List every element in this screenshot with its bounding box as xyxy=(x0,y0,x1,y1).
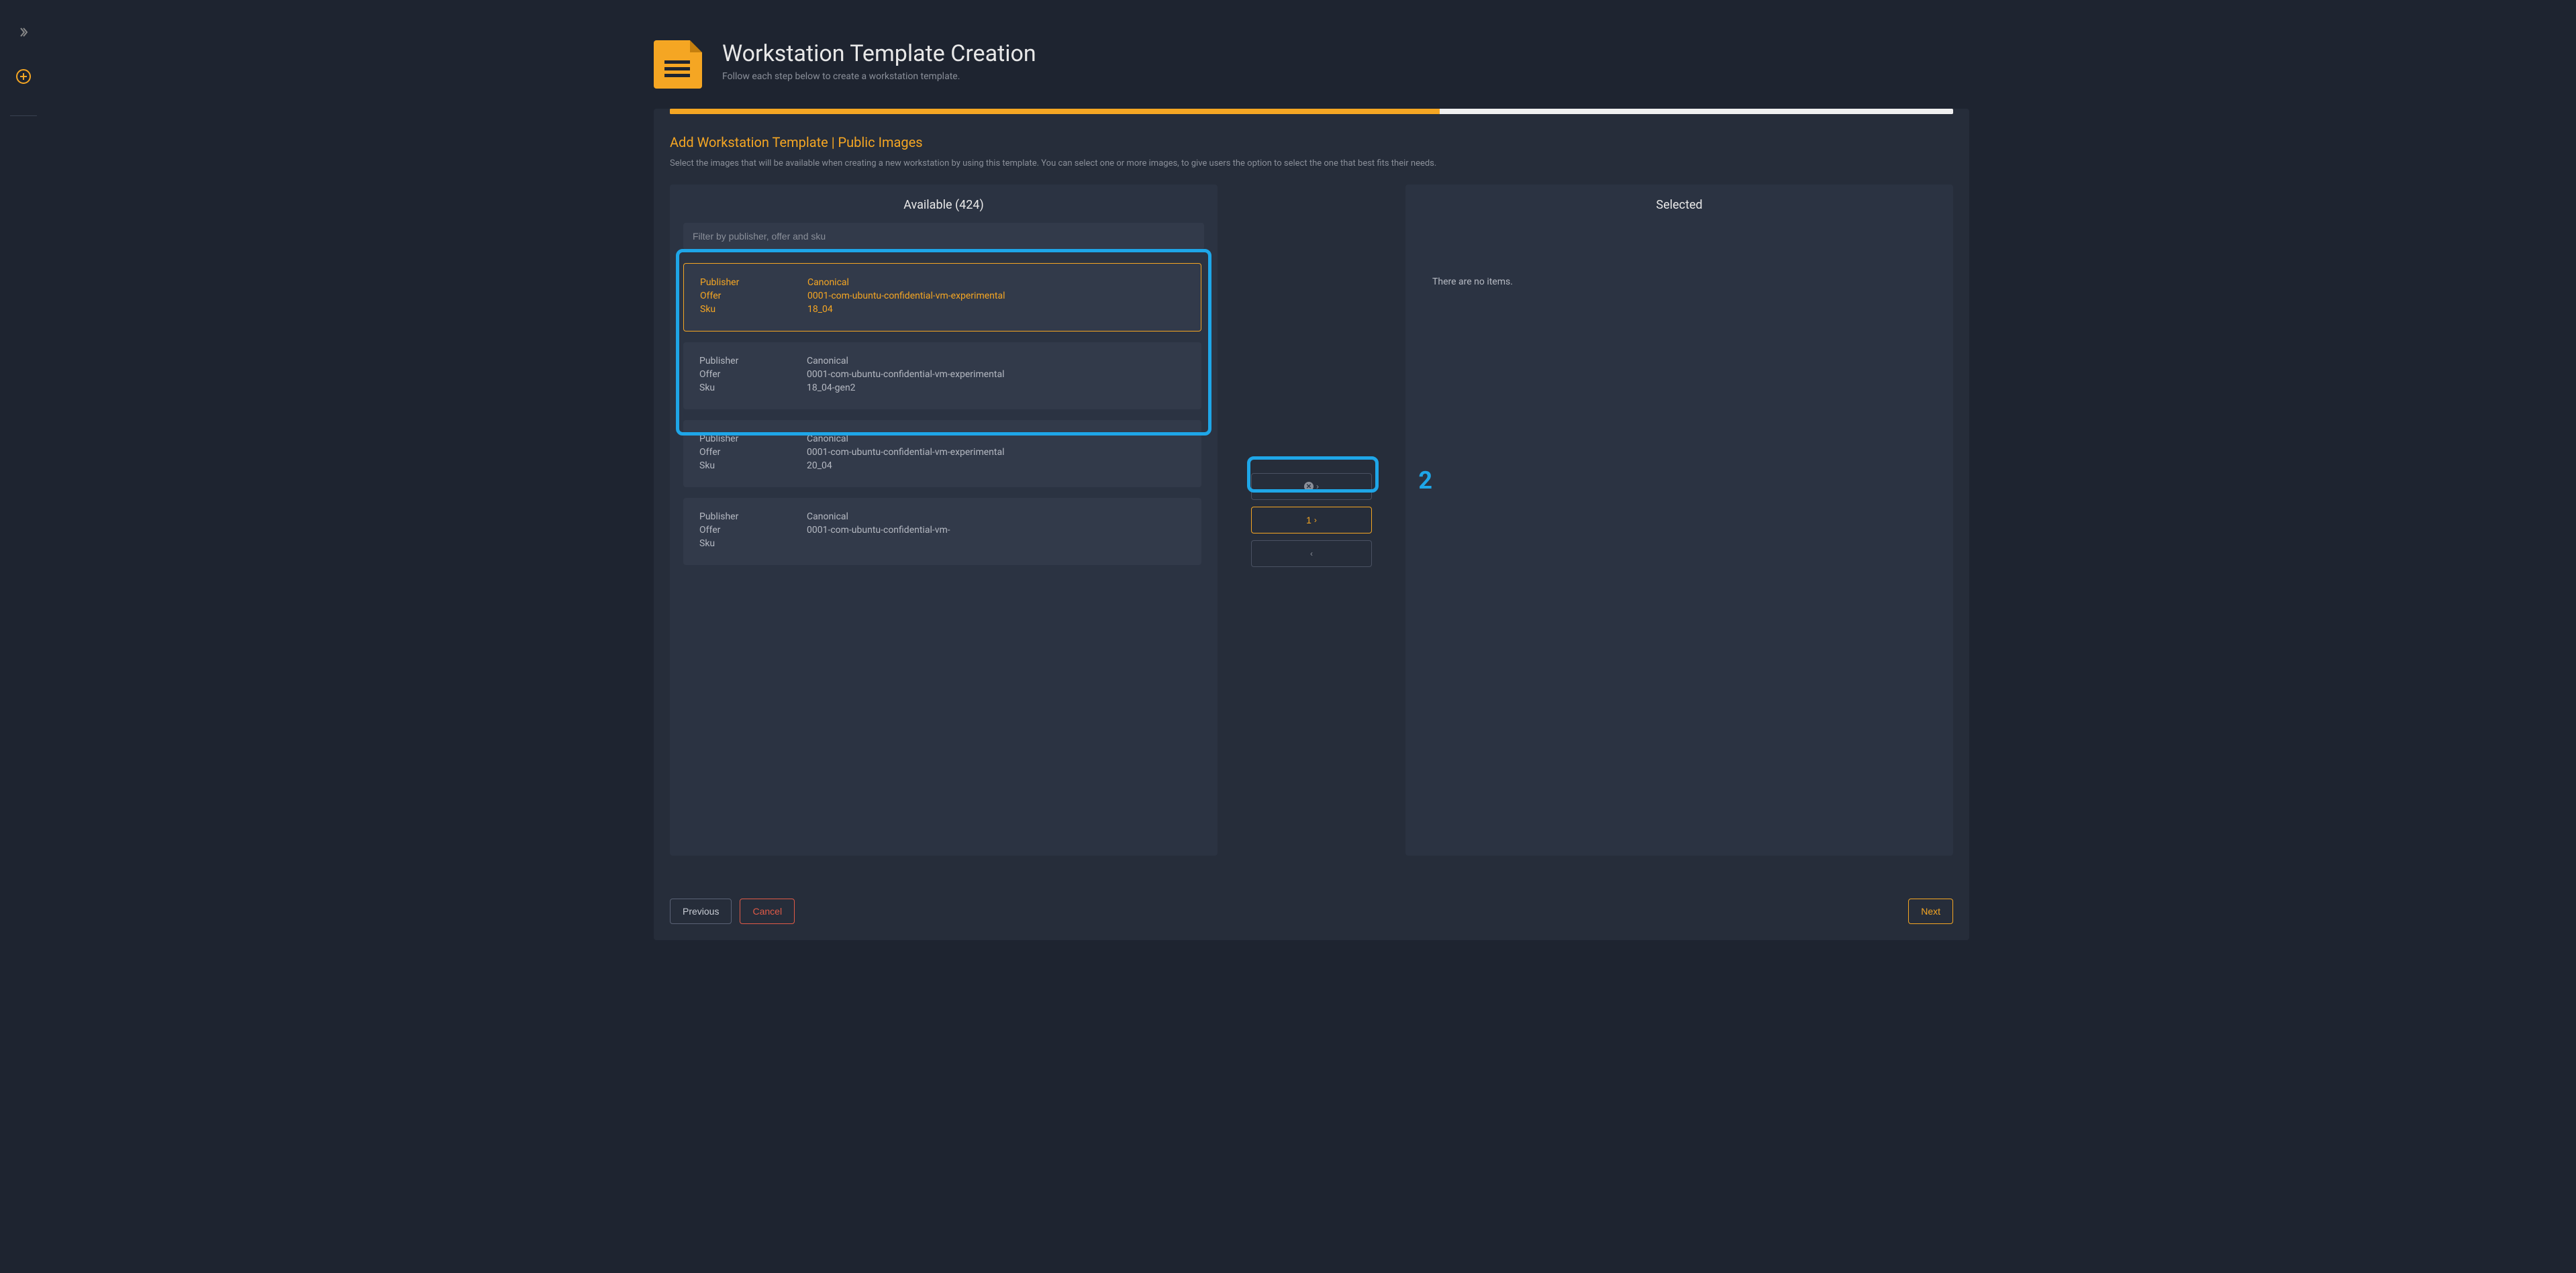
previous-button[interactable]: Previous xyxy=(670,899,732,924)
cancel-button[interactable]: Cancel xyxy=(740,899,795,924)
sku-value: 18_04-gen2 xyxy=(807,383,1185,393)
offer-label: Offer xyxy=(699,525,807,536)
document-icon xyxy=(654,40,702,89)
available-pane: 1 Available (424) PublisherCanonicalOffe… xyxy=(670,185,1218,856)
move-controls: 2 ✕ › 1 › ‹ xyxy=(1218,185,1405,856)
list-item[interactable]: PublisherCanonicalOffer0001-com-ubuntu-c… xyxy=(683,342,1201,409)
list-item[interactable]: PublisherCanonicalOffer0001-com-ubuntu-c… xyxy=(683,498,1201,565)
available-list[interactable]: PublisherCanonicalOffer0001-com-ubuntu-c… xyxy=(683,263,1204,842)
offer-value: 0001-com-ubuntu-confidential-vm-experime… xyxy=(807,291,1185,301)
sku-label: Sku xyxy=(699,538,807,549)
chevron-left-icon: ‹ xyxy=(1310,549,1313,558)
section-desc: Select the images that will be available… xyxy=(670,158,1953,168)
offer-value: 0001-com-ubuntu-confidential-vm-experime… xyxy=(807,447,1185,458)
publisher-label: Publisher xyxy=(699,434,807,444)
publisher-value: Canonical xyxy=(807,277,1185,288)
sku-value: 18_04 xyxy=(807,304,1185,315)
sidebar-divider xyxy=(10,115,37,116)
chevron-right-icon: › xyxy=(1314,515,1317,525)
circle-x-icon: ✕ xyxy=(1304,482,1314,491)
sku-label: Sku xyxy=(700,304,807,315)
chevron-right-icon: › xyxy=(1316,482,1319,491)
offer-label: Offer xyxy=(699,369,807,380)
offer-value: 0001-com-ubuntu-confidential-vm- xyxy=(807,525,1185,536)
publisher-value: Canonical xyxy=(807,356,1185,366)
expand-sidebar-icon[interactable] xyxy=(11,20,36,44)
page-title: Workstation Template Creation xyxy=(722,40,1036,67)
offer-label: Offer xyxy=(699,447,807,458)
move-count: 1 xyxy=(1306,515,1311,525)
wizard-footer: Previous Cancel Next xyxy=(654,872,1969,940)
available-title: Available (424) xyxy=(683,198,1204,212)
publisher-value: Canonical xyxy=(807,434,1185,444)
list-item[interactable]: PublisherCanonicalOffer0001-com-ubuntu-c… xyxy=(683,263,1201,332)
publisher-label: Publisher xyxy=(699,511,807,522)
section-title: Add Workstation Template | Public Images xyxy=(670,134,1953,150)
list-item[interactable]: PublisherCanonicalOffer0001-com-ubuntu-c… xyxy=(683,420,1201,487)
progress-bar xyxy=(670,109,1953,114)
add-icon[interactable] xyxy=(11,64,36,89)
move-selected-right-button[interactable]: 1 › xyxy=(1251,507,1372,533)
sku-label: Sku xyxy=(699,460,807,471)
publisher-label: Publisher xyxy=(700,277,807,288)
sidebar xyxy=(0,0,47,1273)
sku-label: Sku xyxy=(699,383,807,393)
next-button[interactable]: Next xyxy=(1908,899,1953,924)
publisher-label: Publisher xyxy=(699,356,807,366)
progress-fill xyxy=(670,109,1440,114)
page-subtitle: Follow each step below to create a works… xyxy=(722,71,1036,82)
filter-input[interactable] xyxy=(683,223,1204,250)
selected-empty: There are no items. xyxy=(1419,223,1940,287)
selected-pane: Selected There are no items. xyxy=(1405,185,1953,856)
offer-value: 0001-com-ubuntu-confidential-vm-experime… xyxy=(807,369,1185,380)
move-all-right-button[interactable]: ✕ › xyxy=(1251,473,1372,500)
sku-value: 20_04 xyxy=(807,460,1185,471)
page-header: Workstation Template Creation Follow eac… xyxy=(654,40,1969,89)
selected-title: Selected xyxy=(1419,198,1940,212)
wizard-card: Add Workstation Template | Public Images… xyxy=(654,109,1969,940)
move-left-button[interactable]: ‹ xyxy=(1251,540,1372,567)
offer-label: Offer xyxy=(700,291,807,301)
sku-value xyxy=(807,538,1185,549)
publisher-value: Canonical xyxy=(807,511,1185,522)
